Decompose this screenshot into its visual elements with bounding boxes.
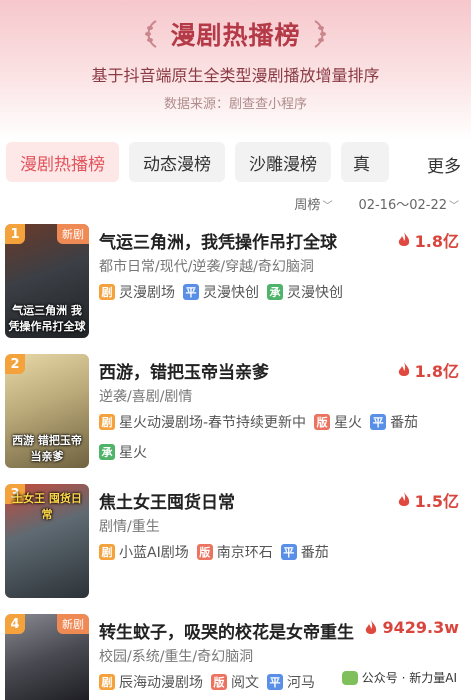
tag-item: 版南京环石 [196,542,273,562]
flame-icon [366,619,377,634]
tag-item: 承星火 [99,442,147,462]
rank-badge: 1 [5,224,25,244]
data-source: 数据来源：剧查查小程序 [163,97,307,112]
tag-item: 剧灵漫剧场 [99,282,175,302]
drama-chip-icon: 剧 [99,414,115,430]
platform-chip-icon: 平 [267,674,283,690]
drama-title[interactable]: 西游，错把玉帝当亲爹 [99,358,269,383]
copyright-chip-icon: 版 [196,544,213,560]
tag-item: 平灵漫快创 [183,282,259,302]
tag-list: 剧星火动漫剧场-春节持续更新中 版星火 平番茄 承星火 [99,412,463,462]
new-badge: 新剧 [57,224,89,244]
title-row: 漫剧热播榜 [0,16,471,52]
rank-badge: 2 [5,354,25,374]
tab-bar: 漫剧热播榜 动态漫榜 沙雕漫榜 真 [6,142,466,182]
drama-title[interactable]: 焦土女王囤货日常 [99,488,235,513]
tab-hot-drama[interactable]: 漫剧热播榜 [6,142,119,182]
contractor-chip-icon: 承 [267,284,283,300]
genre-text: 逆袭/喜剧/剧情 [99,389,193,405]
filter-bar: 周榜 ﹀ 02-16～02-22 ﹀ [294,194,459,213]
list-item[interactable]: 1 新剧 气运三角洲 我凭操作吊打全球 气运三角洲，我凭操作吊打全球 1.8亿 … [5,224,467,342]
tag-item: 剧小蓝AI剧场 [99,542,189,562]
more-button[interactable]: 更多 [427,152,461,177]
cover-image[interactable]: 2 西游 错把玉帝当亲爹 [5,354,89,468]
tab-funny[interactable]: 沙雕漫榜 [235,142,331,182]
heat-value: 1.8亿 [397,228,459,252]
laurel-right-icon [313,20,326,48]
tag-item: 承灵漫快创 [267,282,343,302]
flame-icon [398,492,409,506]
chevron-down-icon: ﹀ [449,201,459,212]
platform-chip-icon: 平 [183,284,199,300]
tag-item: 平河马 [267,672,315,692]
genre-text: 校园/系统/重生/奇幻脑洞 [99,649,254,665]
contractor-chip-icon: 承 [99,444,115,460]
heat-value: 1.8亿 [397,358,459,382]
platform-chip-icon: 平 [370,414,387,430]
tab-real[interactable]: 真 [341,142,389,182]
platform-chip-icon: 平 [280,544,297,560]
tag-item: 平番茄 [370,412,418,432]
heat-value: 1.5亿 [397,488,459,512]
tag-item: 版星火 [314,412,362,432]
wechat-icon [341,670,358,685]
list-item[interactable]: 3 土女王 囤货日常 焦土女王囤货日常 1.5亿 剧情/重生 剧小蓝AI剧场 版… [5,484,467,602]
date-range-select[interactable]: 02-16～02-22 ﹀ [358,194,459,213]
copyright-chip-icon: 版 [211,674,227,690]
cover-image[interactable]: 1 新剧 气运三角洲 我凭操作吊打全球 [5,224,89,338]
laurel-left-icon [145,20,158,48]
rank-badge: 4 [5,614,25,634]
drama-title[interactable]: 气运三角洲，我凭操作吊打全球 [99,228,337,253]
drama-chip-icon: 剧 [99,284,115,300]
new-badge: 新剧 [57,614,89,634]
tag-item: 版阅文 [211,672,259,692]
drama-chip-icon: 剧 [99,674,115,690]
watermark: 公众号 · 新力量AI [337,667,461,688]
cover-caption: 西游 错把玉帝当亲爹 [12,434,82,463]
tag-item: 平番茄 [280,542,329,562]
drama-title[interactable]: 转生蚊子，吸哭的校花是女帝重生 [99,618,354,643]
genre-text: 都市日常/现代/逆袭/穿越/奇幻脑洞 [99,259,314,275]
cover-image[interactable]: 4 新剧 [5,614,89,700]
cover-image[interactable]: 3 土女王 囤货日常 [5,484,89,598]
tag-item: 剧辰海动漫剧场 [99,672,203,692]
genre-text: 剧情/重生 [99,519,160,535]
page-subtitle: 基于抖音端原生全类型漫剧播放增量排序 [91,66,380,85]
tag-list: 剧小蓝AI剧场 版南京环石 平番茄 [99,542,463,562]
copyright-chip-icon: 版 [314,414,331,430]
chevron-down-icon: ﹀ [322,201,333,212]
cover-caption: 气运三角洲 我凭操作吊打全球 [8,304,86,333]
tag-list: 剧灵漫剧场 平灵漫快创 承灵漫快创 [99,282,463,302]
list-item[interactable]: 2 西游 错把玉帝当亲爹 西游，错把玉帝当亲爹 1.8亿 逆袭/喜剧/剧情 剧星… [5,354,467,472]
drama-chip-icon: 剧 [99,544,115,560]
flame-icon [398,362,409,376]
heat-value: 9429.3w [364,618,459,637]
tab-animated[interactable]: 动态漫榜 [129,142,225,182]
tag-item: 剧星火动漫剧场-春节持续更新中 [99,412,306,432]
flame-icon [398,232,409,246]
period-select[interactable]: 周榜 ﹀ [294,194,332,213]
page-title: 漫剧热播榜 [170,21,301,50]
cover-caption: 土女王 囤货日常 [12,492,82,521]
